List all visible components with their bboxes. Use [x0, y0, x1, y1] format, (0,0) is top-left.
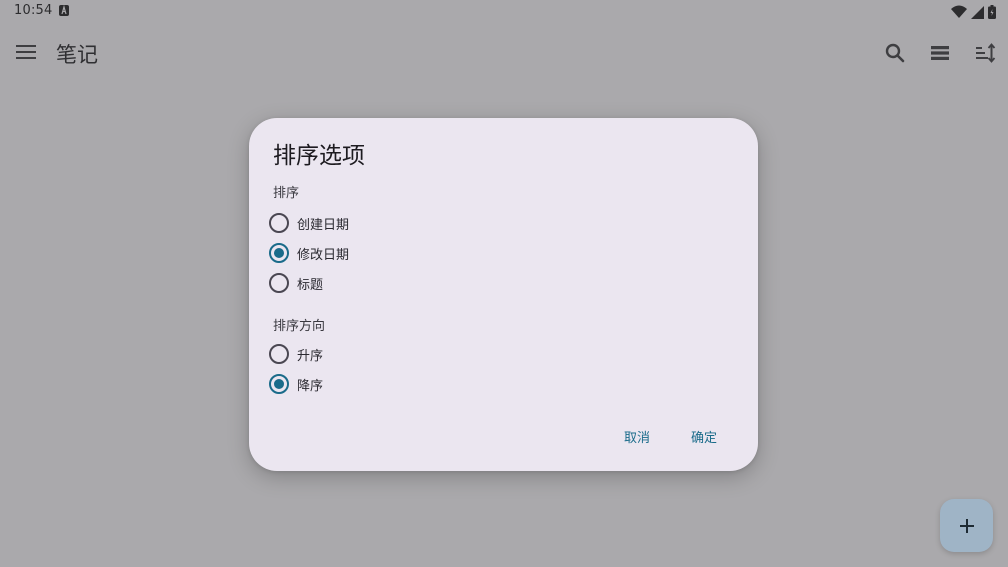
- status-bar: 10:54: [0, 0, 1008, 24]
- radio-label: 修改日期: [297, 247, 350, 263]
- radio-button[interactable]: [269, 344, 289, 364]
- sort-options-dialog: 排序选项 排序 创建日期 修改日期 标题 排序方向 升序 降序 取消 确定: [249, 118, 758, 471]
- cancel-button[interactable]: 取消: [616, 423, 658, 450]
- radio-label: 升序: [297, 348, 324, 364]
- radio-button[interactable]: [269, 273, 289, 293]
- radio-label: 标题: [297, 277, 324, 293]
- status-icons: [951, 4, 996, 23]
- add-note-button[interactable]: [940, 499, 993, 552]
- status-time: 10:54: [14, 3, 53, 18]
- confirm-button[interactable]: 确定: [683, 423, 725, 450]
- signal-icon: [971, 4, 984, 23]
- radio-ascending[interactable]: 升序: [269, 341, 323, 367]
- radio-label: 创建日期: [297, 217, 350, 233]
- view-list-icon[interactable]: [928, 41, 952, 65]
- dialog-title: 排序选项: [273, 143, 365, 169]
- radio-label: 降序: [297, 378, 324, 394]
- radio-modified-date[interactable]: 修改日期: [269, 240, 349, 266]
- sort-icon[interactable]: [973, 41, 997, 65]
- radio-title[interactable]: 标题: [269, 270, 323, 296]
- wifi-icon: [951, 4, 967, 23]
- app-title: 笔记: [56, 43, 98, 67]
- radio-button-selected[interactable]: [269, 374, 289, 394]
- direction-section-label: 排序方向: [273, 319, 326, 334]
- search-icon[interactable]: [883, 41, 907, 65]
- radio-button[interactable]: [269, 213, 289, 233]
- menu-icon[interactable]: [16, 44, 36, 60]
- app-bar: 笔记: [0, 30, 1008, 76]
- notification-a-icon: [59, 5, 69, 16]
- radio-button-selected[interactable]: [269, 243, 289, 263]
- sort-section-label: 排序: [273, 186, 300, 201]
- radio-descending[interactable]: 降序: [269, 371, 323, 397]
- battery-icon: [988, 4, 996, 23]
- radio-created-date[interactable]: 创建日期: [269, 210, 349, 236]
